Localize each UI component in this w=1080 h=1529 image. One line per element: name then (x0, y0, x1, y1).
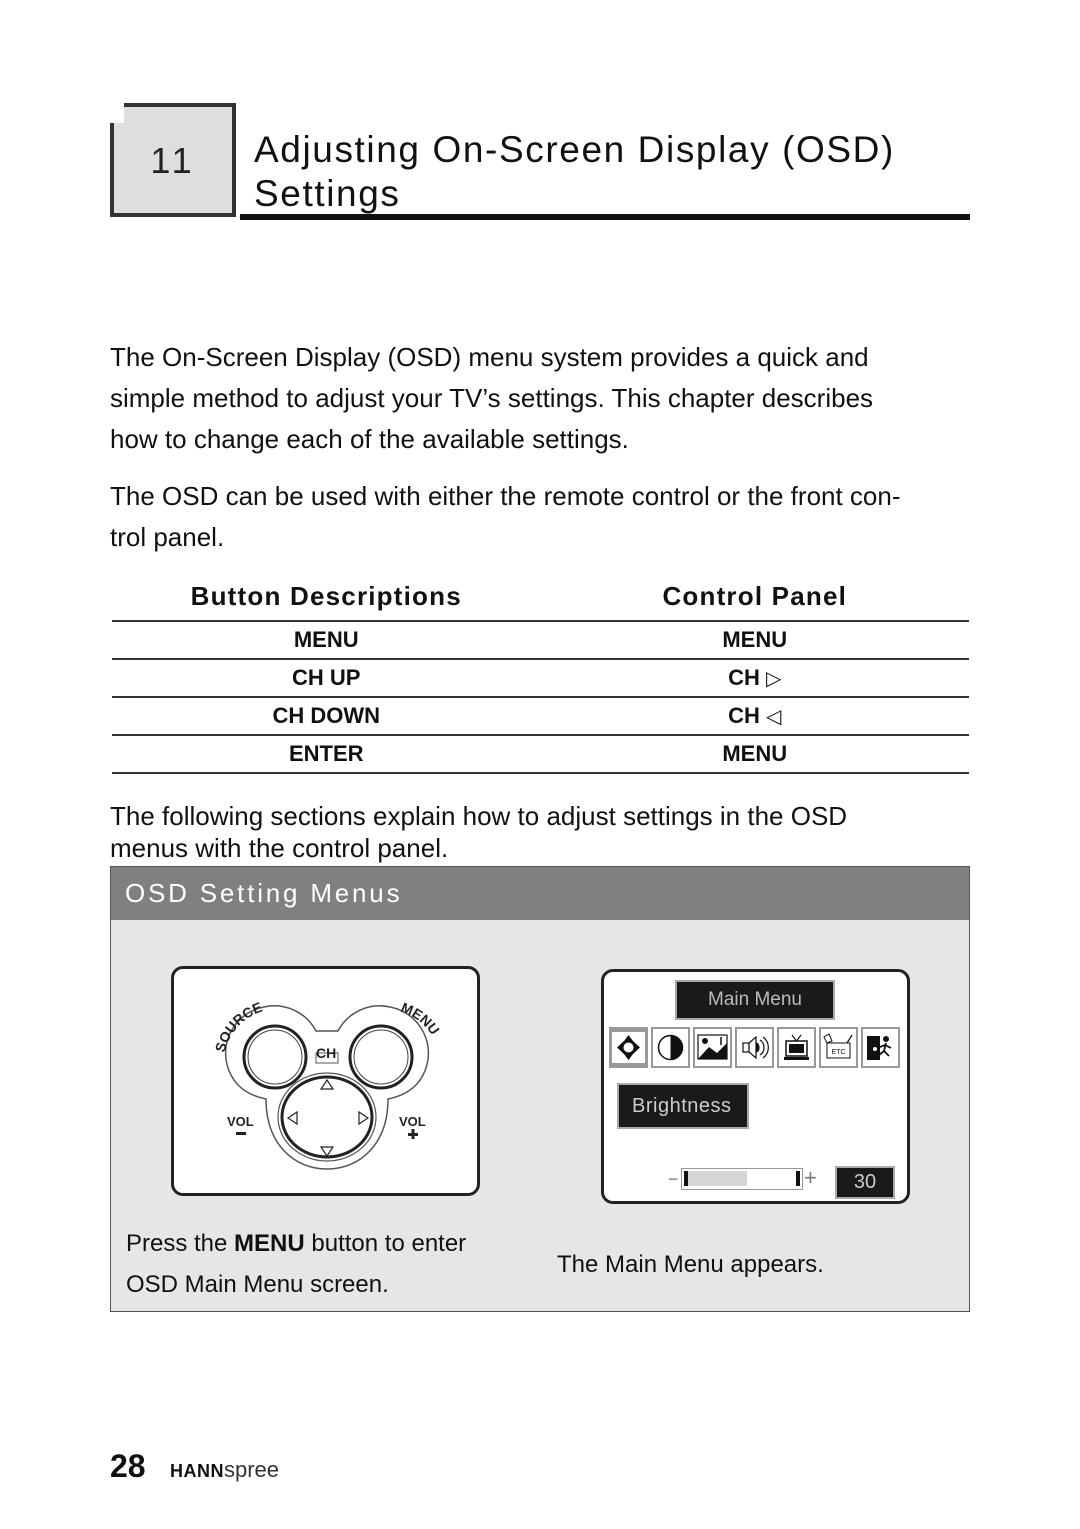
brand-logo: HANNspree (170, 1457, 280, 1482)
caption-right: The Main Menu appears. (557, 1251, 824, 1278)
text-line: how to change each of the available sett… (110, 424, 629, 454)
section-title: OSD Setting Menus (111, 867, 969, 920)
control-panel-drawing: SOURCE MENU CH VOL VOL (212, 999, 443, 1170)
panel-label: CH (728, 703, 760, 728)
table-header: Button Descriptions Control Panel (112, 572, 969, 620)
etc-icon: ETC (823, 1033, 853, 1059)
right-triangle-icon: ▷ (766, 668, 782, 690)
intro-paragraph-2: The OSD can be used with either the remo… (110, 476, 980, 558)
selected-item-label: Brightness (617, 1083, 749, 1129)
panel-cell: MENU (541, 741, 970, 767)
brightness-icon (612, 1032, 645, 1063)
picture-icon (697, 1034, 728, 1060)
menu-tab-contrast[interactable] (651, 1027, 690, 1068)
text-line: trol panel. (110, 522, 225, 552)
menu-tab-exit[interactable] (861, 1027, 900, 1068)
value-display: 30 (835, 1166, 895, 1199)
panel-label: CH (728, 665, 760, 690)
panel-cell: MENU (541, 627, 970, 653)
panel-cell: CH ◁ (541, 703, 970, 729)
menu-icon-row: ETC (609, 1027, 900, 1068)
audio-icon (742, 1035, 769, 1060)
chapter-number: 11 (150, 140, 196, 181)
caption-left-line1: Press the MENU button to enter (126, 1230, 467, 1257)
menu-tab-brightness[interactable] (609, 1027, 648, 1068)
control-panel-illustration: SOURCE MENU CH VOL VOL (171, 966, 480, 1196)
text-line: The following sections explain how to ad… (110, 801, 848, 831)
source-button[interactable] (242, 1024, 308, 1090)
left-arrow-icon[interactable] (286, 1110, 298, 1126)
slider-minus-icon: − (668, 1169, 679, 1189)
table-row: MENU MENU (112, 620, 969, 658)
button-cell: MENU (293, 627, 359, 652)
page-number: 28 (110, 1448, 146, 1484)
ch-label: CH (316, 1045, 336, 1061)
osd-screen-illustration: Main Menu ETC Brightness − + 30 (601, 969, 910, 1204)
svg-text:ETC: ETC (832, 1049, 846, 1056)
minus-icon (236, 1132, 246, 1135)
button-cell: CH UP (292, 665, 361, 690)
exit-icon (867, 1036, 892, 1060)
slider-plus-icon: + (804, 1165, 817, 1190)
panel-label: MENU (722, 627, 788, 652)
left-triangle-icon: ◁ (766, 706, 782, 728)
text-line: menus with the control panel. (110, 833, 449, 863)
menu-label: MENU (399, 999, 443, 1037)
table-bottom-rule (112, 772, 969, 774)
panel-cell: CH ▷ (541, 665, 970, 691)
slider-fill (688, 1171, 747, 1186)
menu-tab-audio[interactable] (735, 1027, 774, 1068)
button-cell: CH DOWN (272, 703, 381, 728)
button-cell: ENTER (288, 741, 364, 766)
tv-icon (784, 1034, 809, 1060)
panel-label: MENU (722, 741, 788, 766)
header-button-descriptions: Button Descriptions (190, 580, 462, 611)
table-row: ENTER MENU (112, 734, 969, 772)
vol-plus-label: VOL (399, 1114, 426, 1129)
caption-left-line2: OSD Main Menu screen. (126, 1271, 389, 1298)
brightness-slider[interactable] (681, 1168, 803, 1190)
up-arrow-icon[interactable] (319, 1078, 335, 1090)
caption-left: Press the MENU button to enter OSD Main … (126, 1223, 466, 1305)
menu-tab-picture[interactable] (693, 1027, 732, 1068)
text-line: The On-Screen Display (OSD) menu system … (110, 342, 869, 372)
intro-paragraph-1: The On-Screen Display (OSD) menu system … (110, 337, 980, 460)
button-description-table: Button Descriptions Control Panel MENU M… (112, 572, 969, 774)
chapter-title-rule (240, 214, 970, 220)
text-line: The OSD can be used with either the remo… (110, 481, 901, 511)
menu-keyword: MENU (234, 1230, 305, 1257)
following-paragraph: The following sections explain how to ad… (110, 800, 980, 864)
menu-button[interactable] (348, 1024, 414, 1090)
chapter-title-line2: Settings (254, 173, 401, 214)
contrast-icon (657, 1034, 684, 1061)
text-line: simple method to adjust your TV’s settin… (110, 383, 874, 413)
chapter-title-line1: Adjusting On-Screen Display (OSD) (254, 129, 895, 170)
table-row: CH UP CH ▷ (112, 658, 969, 696)
table-row: CH DOWN CH ◁ (112, 696, 969, 734)
right-arrow-icon[interactable] (358, 1110, 370, 1126)
down-arrow-icon[interactable] (319, 1146, 335, 1158)
menu-tab-tv[interactable] (777, 1027, 816, 1068)
main-menu-title: Main Menu (675, 980, 835, 1020)
vol-minus-label: VOL (227, 1114, 254, 1129)
chapter-title: Adjusting On-Screen Display (OSD) Settin… (254, 128, 895, 216)
header-control-panel: Control Panel (662, 580, 848, 611)
menu-tab-etc[interactable]: ETC (819, 1027, 858, 1068)
